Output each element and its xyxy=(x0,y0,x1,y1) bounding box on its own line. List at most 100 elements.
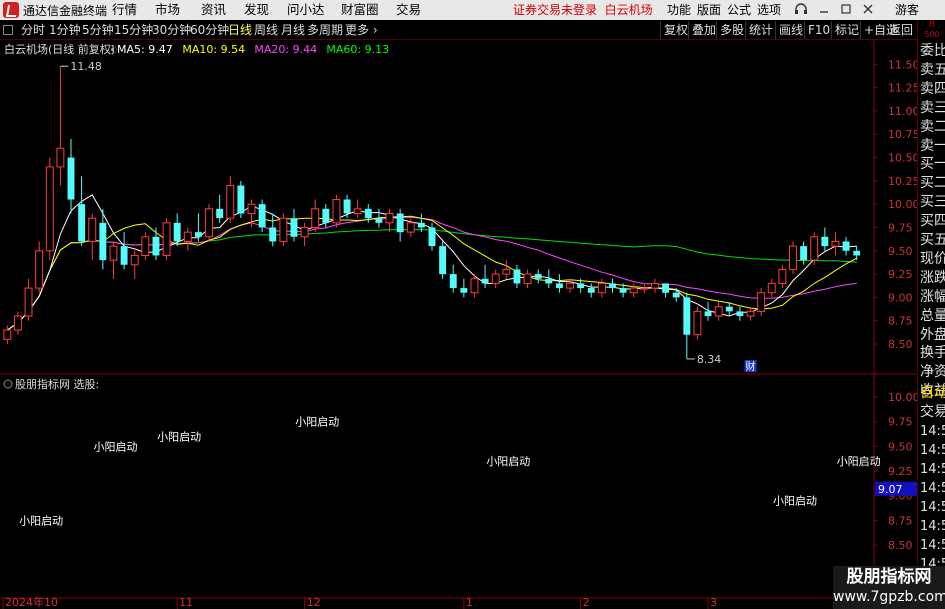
candle-body xyxy=(853,250,861,256)
period-30min[interactable]: 30分钟 xyxy=(152,20,191,40)
chart-area[interactable]: 白云机场(日线 前复权) ⦿ MA5: 9.47 MA10: 9.54 MA20: 9… xyxy=(0,40,917,609)
candle-body xyxy=(534,274,542,279)
menu-item-banmian[interactable]: 版面 xyxy=(697,0,721,20)
y-tick-label-4: 10.50 xyxy=(888,152,917,165)
menu-item-xuanxiang[interactable]: 选项 xyxy=(757,0,781,20)
candle-body xyxy=(683,297,691,335)
tool-tongji[interactable]: 统计 xyxy=(745,21,776,39)
candle-body xyxy=(428,227,436,247)
main-chart-title: 白云机场(日线 前复权) xyxy=(4,42,115,56)
maximize-icon[interactable] xyxy=(838,2,854,18)
period-5min[interactable]: 5分钟 xyxy=(82,20,114,40)
candle-body xyxy=(523,273,532,284)
back-button[interactable]: 返回 xyxy=(889,21,917,39)
menu-item-gongneng[interactable]: 功能 xyxy=(667,0,691,20)
menu-item-faxian[interactable]: 发现 xyxy=(244,0,269,20)
tool-biaoji[interactable]: 标记 xyxy=(831,21,862,39)
menu-bar: 通达信金融终端 行情 市场 资讯 发现 问小达 财富圈 交易 证券交易未登录 白… xyxy=(0,0,945,20)
signal-label-4: 小阳启动 xyxy=(486,455,530,468)
period-multi[interactable]: 多周期 xyxy=(307,20,343,40)
y-tick-label-2: 11.00 xyxy=(888,105,917,118)
candle-body xyxy=(778,268,787,284)
login-status[interactable]: 证券交易未登录 白云机场 xyxy=(513,0,653,20)
watermark-title: 股朋指标网 xyxy=(846,567,932,587)
candle-body xyxy=(545,278,553,284)
sidebar-item-7: 买二 xyxy=(920,175,945,192)
candle-body xyxy=(821,236,829,247)
y-tick-label-9: 9.25 xyxy=(888,268,913,281)
candle-body xyxy=(831,240,840,247)
headset-icon[interactable] xyxy=(793,2,809,18)
tool-fuquan[interactable]: 复权 xyxy=(660,21,691,39)
sidebar-item-1: 卖五 xyxy=(920,61,945,78)
candle-body xyxy=(216,208,224,219)
candle-body xyxy=(491,273,500,284)
sidebar-item-6: 买一 xyxy=(920,156,945,173)
candle-body xyxy=(619,288,627,293)
menu-item-caifuquan[interactable]: 财富圈 xyxy=(341,0,379,20)
menu-item-gongshi[interactable]: 公式 xyxy=(727,0,751,20)
y-tick-label-11: 8.75 xyxy=(888,315,913,328)
candle-body xyxy=(322,208,330,223)
menu-item-jiaoyi[interactable]: 交易 xyxy=(396,0,421,20)
candle-body xyxy=(35,250,44,289)
sidebar-time-0: 14:56 xyxy=(920,424,945,439)
period-more[interactable]: 更多 › xyxy=(345,20,378,40)
sidebar-time-6: 14:56 xyxy=(920,538,945,553)
menu-item-hangqing[interactable]: 行情 xyxy=(112,0,137,20)
candle-body xyxy=(3,329,12,340)
period-fenshi[interactable]: 分时 xyxy=(21,20,45,40)
candle-body xyxy=(258,204,266,228)
period-15min[interactable]: 15分钟 xyxy=(114,20,153,40)
candle-body xyxy=(141,236,150,256)
minimize-icon[interactable] xyxy=(816,2,832,18)
candle-body xyxy=(353,208,362,214)
candle-body xyxy=(577,283,585,289)
signal-label-6: 小阳启动 xyxy=(837,455,881,468)
collapse-icon[interactable] xyxy=(3,379,13,389)
toggle-icon[interactable] xyxy=(3,25,13,35)
menu-item-shichang[interactable]: 市场 xyxy=(155,0,180,20)
sidebar-header-r: R xyxy=(928,20,936,30)
sidebar-time-2: 14:56 xyxy=(920,462,945,477)
candle-body xyxy=(746,310,755,317)
tool-duogu[interactable]: 多股 xyxy=(716,21,747,39)
candle-body xyxy=(460,288,468,293)
sidebar-item-15: 外盘 xyxy=(920,326,945,343)
sidebar-item-11: 现价 xyxy=(920,250,945,267)
menu-item-wenxiaoda[interactable]: 问小达 xyxy=(287,0,325,20)
x-tick-label-1: 11 xyxy=(179,596,193,609)
candle-body xyxy=(300,226,309,238)
candle-body xyxy=(470,278,479,294)
app-logo-icon xyxy=(3,2,19,18)
candle-body xyxy=(651,282,659,289)
sidebar-item-4: 卖二 xyxy=(920,118,945,135)
sidebar-auto[interactable]: 自动 xyxy=(918,384,945,403)
tool-huaxian[interactable]: 画线 xyxy=(775,21,806,39)
menu-item-zixun[interactable]: 资讯 xyxy=(201,0,226,20)
period-day[interactable]: 日线 xyxy=(228,20,252,40)
tool-f10[interactable]: F10 xyxy=(804,21,833,39)
candle-body xyxy=(205,208,213,238)
stock-name: 白云机场 xyxy=(604,3,653,17)
sidebar-header[interactable]: R 500 xyxy=(918,20,945,42)
signal-series: 小阳启动小阳启动小阳启动小阳启动小阳启动小阳启动小阳启动 xyxy=(19,416,881,528)
candle-body xyxy=(767,282,776,294)
ma-label-2: MA20: 9.44 xyxy=(254,43,317,56)
guest-login[interactable]: 游客 xyxy=(895,0,919,20)
y-tick-label-1: 11.25 xyxy=(888,82,917,95)
candle-body xyxy=(566,282,574,289)
period-week[interactable]: 周线 xyxy=(254,20,278,40)
sidebar-trade[interactable]: 交易 xyxy=(918,403,945,422)
candle-body xyxy=(800,246,808,261)
current-value-tag: 9.07 xyxy=(875,481,917,496)
sidebar-time-4: 14:56 xyxy=(920,500,945,515)
signal-label-5: 小阳启动 xyxy=(773,495,817,508)
finance-marker-label[interactable]: 财 xyxy=(746,360,756,373)
candle-body xyxy=(290,218,298,237)
period-month[interactable]: 月线 xyxy=(281,20,305,40)
close-icon[interactable] xyxy=(860,2,876,18)
period-1min[interactable]: 1分钟 xyxy=(49,20,81,40)
period-60min[interactable]: 60分钟 xyxy=(190,20,229,40)
tool-diejia[interactable]: 叠加 xyxy=(688,21,719,39)
